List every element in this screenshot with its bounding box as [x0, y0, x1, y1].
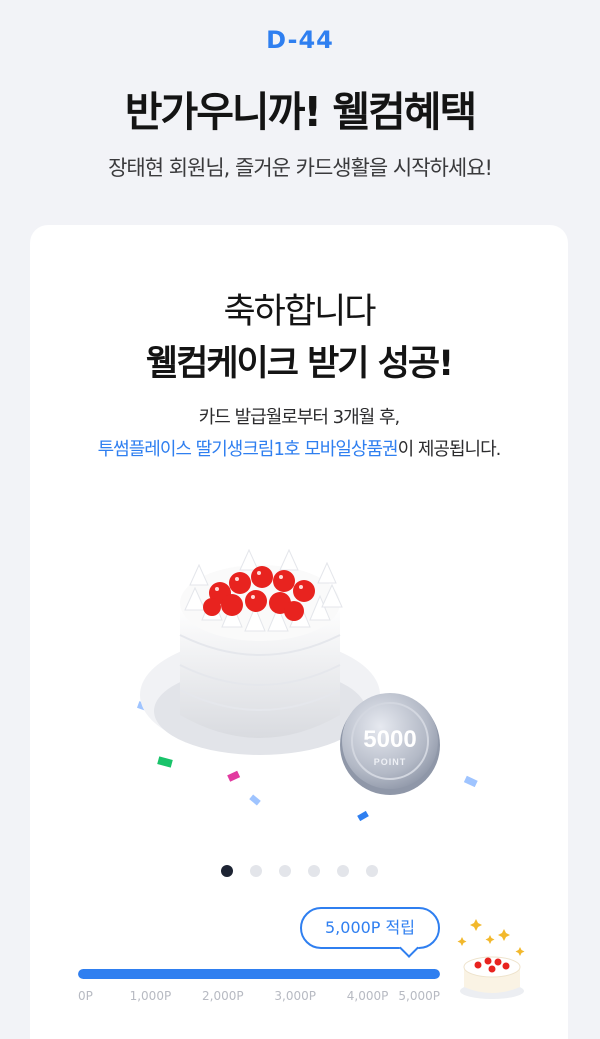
- carousel-indicator: [30, 865, 568, 877]
- points-tooltip: 5,000P 적립: [300, 907, 440, 949]
- mini-cake-icon: [457, 919, 525, 999]
- page-title: 반가우니까! 웰컴혜택: [124, 88, 477, 136]
- greeting-subtitle: 장태현 회원님, 즐거운 카드생활을 시작하세요!: [108, 156, 493, 180]
- coin-unit: POINT: [374, 757, 407, 767]
- points-progress-bar: [78, 969, 440, 979]
- progress-tick-label: 4,000P: [346, 989, 389, 1003]
- points-progress-fill: [78, 969, 440, 979]
- carousel-dot[interactable]: [365, 865, 378, 877]
- progress-tick-label: 3,000P: [274, 989, 316, 1003]
- congrats-text: 축하합니다: [223, 292, 376, 332]
- progress-tick-label: 5,000P: [398, 989, 440, 1003]
- d-day-label: D-44: [266, 26, 334, 54]
- carousel-dot[interactable]: [307, 865, 320, 877]
- carousel-dot[interactable]: [336, 865, 349, 877]
- progress-tick-label: 0P: [78, 989, 93, 1003]
- description-suffix: 이 제공됩니다.: [397, 439, 502, 460]
- point-coin-icon: 5000 POINT: [340, 693, 440, 795]
- cake-illustration: 5000 POINT: [136, 548, 478, 822]
- success-title: 웰컴케이크 받기 성공!: [145, 344, 454, 384]
- gift-voucher-link[interactable]: 투썸플레이스 딸기생크림1호 모바일상품권: [98, 439, 399, 460]
- progress-tick-labels: 0P 1,000P 2,000P 3,000P 4,000P 5,000P: [78, 989, 440, 1005]
- sparkle-icon: [457, 919, 525, 956]
- progress-tick-label: 2,000P: [202, 989, 244, 1003]
- coin-value: 5000: [363, 726, 416, 753]
- progress-tick-label: 1,000P: [129, 989, 172, 1003]
- description-line-2: 투썸플레이스 딸기생크림1호 모바일상품권이 제공됩니다.: [30, 435, 568, 461]
- description-line-1: 카드 발급월로부터 3개월 후,: [198, 407, 401, 428]
- carousel-dot[interactable]: [278, 865, 291, 877]
- carousel-dot[interactable]: [249, 865, 262, 877]
- benefit-card: 축하합니다 웰컴케이크 받기 성공! 카드 발급월로부터 3개월 후, 투썸플레…: [30, 225, 568, 1039]
- carousel-dot[interactable]: [220, 865, 233, 877]
